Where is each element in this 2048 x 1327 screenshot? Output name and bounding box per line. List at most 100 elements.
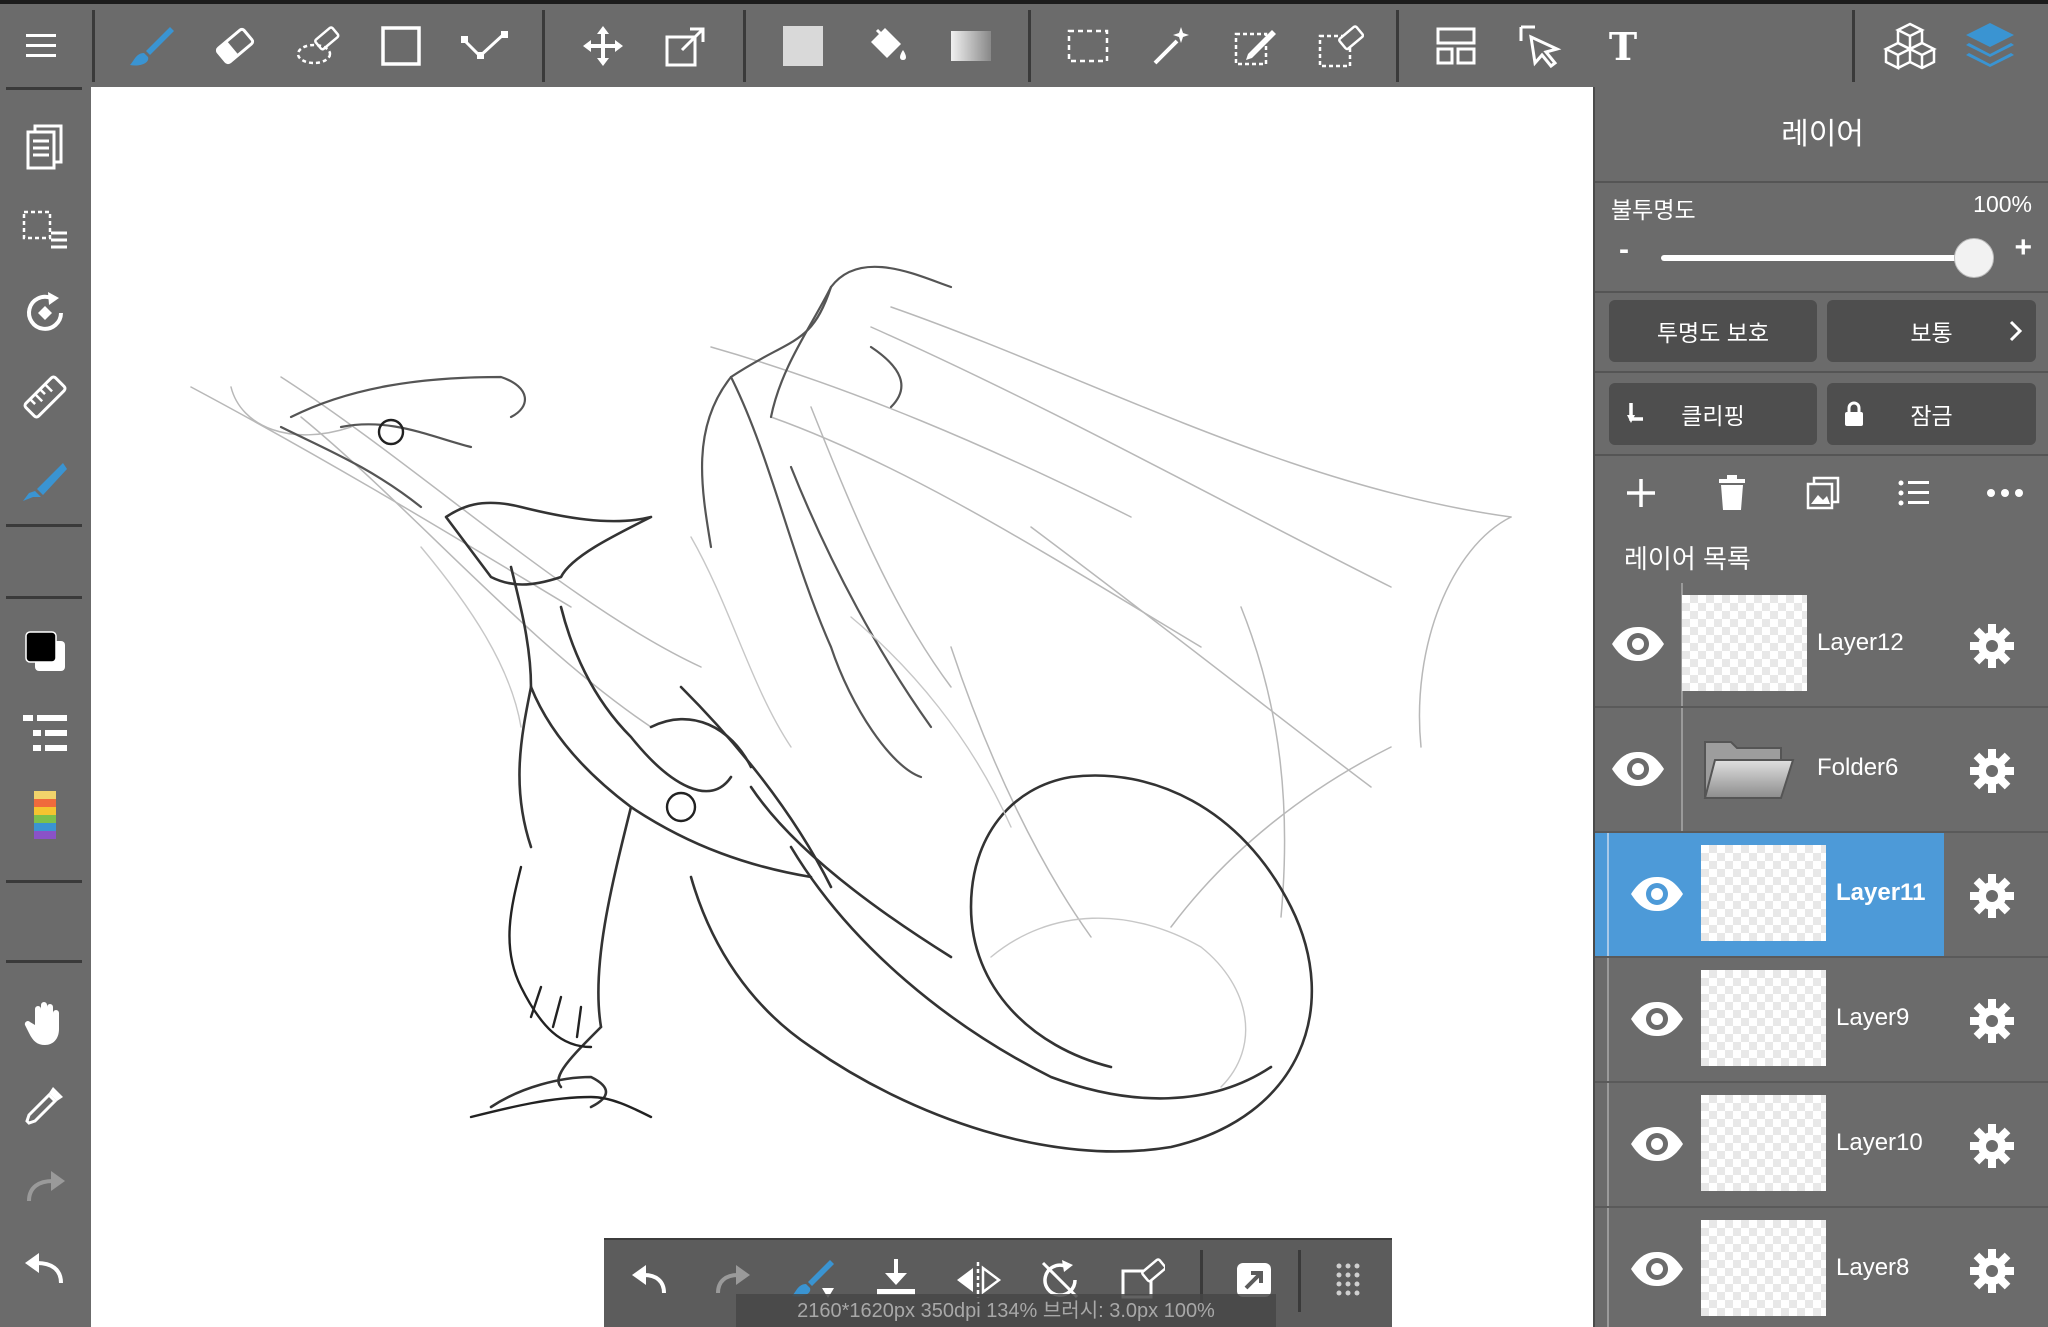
folder-indent-line <box>1607 958 1609 1081</box>
eyedropper-icon[interactable] <box>13 1073 77 1137</box>
drawing-canvas[interactable] <box>91 87 1593 1327</box>
more-options-icon[interactable] <box>1979 467 2031 519</box>
redo-icon[interactable] <box>13 1155 77 1219</box>
layer-thumbnail <box>1701 970 1826 1066</box>
ruler-icon[interactable] <box>13 365 77 429</box>
panel-layout-icon[interactable] <box>1426 16 1486 76</box>
toolbar-divider <box>6 880 82 883</box>
delete-layer-icon[interactable] <box>1706 467 1758 519</box>
layer-settings-gear-icon[interactable] <box>1967 996 2017 1046</box>
color-palette-icon[interactable] <box>13 783 77 847</box>
layer-settings-gear-icon[interactable] <box>1967 871 2017 921</box>
toolbar-divider <box>1852 10 1855 82</box>
layer-thumbnail <box>1701 1220 1826 1316</box>
folder-indent-line <box>1607 1083 1609 1206</box>
layer-row-layer12[interactable]: Layer12 <box>1595 583 2048 708</box>
opacity-slider-thumb[interactable] <box>1954 238 1994 278</box>
divider <box>1595 291 2048 293</box>
move-icon[interactable] <box>573 16 633 76</box>
layer-row-layer8[interactable]: Layer8 <box>1595 1208 2048 1327</box>
visibility-eye-icon[interactable] <box>1628 1121 1686 1167</box>
bucket-fill-icon[interactable] <box>857 16 917 76</box>
material-icon[interactable] <box>1880 16 1940 76</box>
clipping-icon <box>1627 403 1643 423</box>
undo-icon[interactable] <box>13 1237 77 1301</box>
selection-list-icon[interactable] <box>13 199 77 263</box>
brush-list-icon[interactable] <box>13 701 77 765</box>
opacity-label: 불투명도 <box>1611 197 1696 223</box>
opacity-decrease-button[interactable]: - <box>1619 233 1629 267</box>
layer-name: Layer10 <box>1836 1129 1923 1156</box>
layer-settings-gear-icon[interactable] <box>1967 1246 2017 1296</box>
bottom-toolbar: 2160*1620px 350dpi 134% 브러시: 3.0px 100% <box>604 1238 1392 1327</box>
lock-button[interactable]: 잠금 <box>1827 383 2036 445</box>
fill-color-icon[interactable] <box>773 16 833 76</box>
selection-rect-icon[interactable] <box>1058 16 1118 76</box>
layer-name: Layer11 <box>1836 879 1926 906</box>
brush-icon[interactable] <box>121 16 181 76</box>
rotate-canvas-icon[interactable] <box>13 281 77 345</box>
magic-wand-icon[interactable] <box>1142 16 1202 76</box>
opacity-value: 100% <box>1973 191 2032 217</box>
app-window: T 2160*1620px 350dpi 134% 브러시: 3.0px 100… <box>0 0 2048 1327</box>
eraser-icon[interactable] <box>205 16 265 76</box>
folder-icon <box>1701 734 1797 809</box>
select-layer-icon[interactable] <box>1510 16 1570 76</box>
menu-icon[interactable] <box>12 16 72 76</box>
clipping-button[interactable]: 클리핑 <box>1609 383 1817 445</box>
layer-list-icon[interactable] <box>1888 467 1940 519</box>
grip-icon[interactable] <box>1320 1252 1376 1308</box>
toolbar-divider <box>6 524 82 527</box>
visibility-eye-icon[interactable] <box>1628 996 1686 1042</box>
toolbar-divider <box>92 10 95 82</box>
layer-settings-gear-icon[interactable] <box>1967 1121 2017 1171</box>
pages-icon[interactable] <box>13 115 77 179</box>
chevron-right-icon <box>2009 320 2023 342</box>
layer-settings-gear-icon[interactable] <box>1967 746 2017 796</box>
thumbnail-divider <box>1681 708 1683 831</box>
lock-label: 잠금 <box>1910 403 1953 429</box>
layer-row-layer11[interactable]: Layer11 <box>1595 833 2048 958</box>
layer-row-folder6[interactable]: Folder6 <box>1595 708 2048 833</box>
left-toolbar <box>0 87 91 1327</box>
blend-mode-button[interactable]: 보통 <box>1827 300 2036 362</box>
lock-icon <box>1845 401 1863 426</box>
blur-eraser-icon[interactable] <box>289 16 349 76</box>
layer-name: Layer12 <box>1817 629 1904 656</box>
folder-indent-line <box>1607 1208 1609 1327</box>
gradient-icon[interactable] <box>941 16 1001 76</box>
toolbar-divider <box>542 10 545 82</box>
layers-icon[interactable] <box>1960 16 2020 76</box>
visibility-eye-icon[interactable] <box>1609 621 1667 667</box>
toolbar-divider <box>743 10 746 82</box>
hand-icon[interactable] <box>13 991 77 1055</box>
visibility-eye-icon[interactable] <box>1609 746 1667 792</box>
layer-image-icon[interactable] <box>1797 467 1849 519</box>
layer-row-layer9[interactable]: Layer9 <box>1595 958 2048 1083</box>
visibility-eye-icon[interactable] <box>1628 1246 1686 1292</box>
opacity-increase-button[interactable]: + <box>2014 231 2032 265</box>
divider <box>1595 371 2048 373</box>
canvas-status: 2160*1620px 350dpi 134% 브러시: 3.0px 100% <box>736 1294 1276 1327</box>
pen-color-icon[interactable] <box>13 447 77 511</box>
layer-name: Layer9 <box>1836 1004 1910 1031</box>
visibility-eye-icon[interactable] <box>1628 871 1686 917</box>
layer-name: Folder6 <box>1817 754 1899 781</box>
layer-thumbnail <box>1701 845 1826 941</box>
curve-line-icon[interactable] <box>455 16 515 76</box>
toolbar-divider <box>6 960 82 963</box>
layer-settings-gear-icon[interactable] <box>1967 621 2017 671</box>
transform-icon[interactable] <box>656 16 716 76</box>
selection-pen-icon[interactable] <box>1226 16 1286 76</box>
rectangle-icon[interactable] <box>371 16 431 76</box>
selection-eraser-icon[interactable] <box>1310 16 1370 76</box>
protect-alpha-button[interactable]: 투명도 보호 <box>1609 300 1817 362</box>
layer-row-layer10[interactable]: Layer10 <box>1595 1083 2048 1208</box>
color-swatch-icon[interactable] <box>13 619 77 683</box>
protect-alpha-label: 투명도 보호 <box>1656 320 1770 346</box>
undo-icon[interactable] <box>622 1252 678 1308</box>
add-layer-icon[interactable] <box>1615 467 1667 519</box>
toolbar-divider <box>1028 10 1031 82</box>
text-icon[interactable]: T <box>1593 16 1653 76</box>
opacity-slider[interactable] <box>1661 255 1973 261</box>
